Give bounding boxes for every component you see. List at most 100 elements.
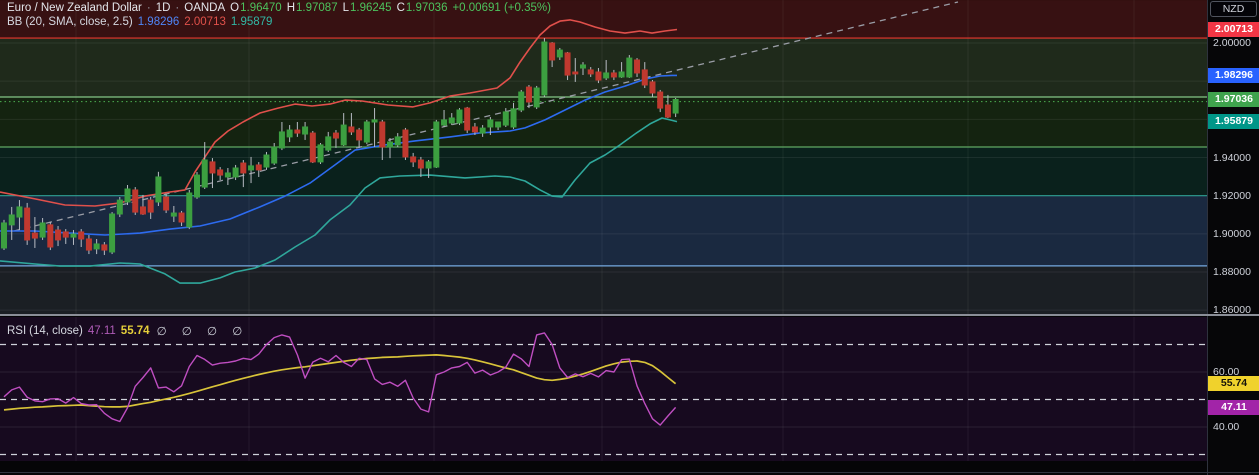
candle-up	[618, 71, 625, 78]
candle-up	[93, 243, 100, 250]
rsi-background	[0, 317, 1207, 461]
candle-down	[147, 199, 154, 213]
symbol-title[interactable]: Euro / New Zealand Dollar	[7, 2, 142, 14]
candle-down	[610, 72, 617, 78]
interval-label[interactable]: 1D	[156, 2, 171, 14]
candle-down	[332, 132, 339, 139]
candle-down	[379, 121, 386, 148]
candle-down	[410, 156, 417, 163]
last-price-badge: 1.97036	[1208, 92, 1259, 108]
low-label: L	[342, 2, 349, 14]
candle-down	[564, 52, 571, 76]
open-value: 1.96470	[240, 2, 282, 14]
close-value: 1.97036	[405, 2, 448, 14]
price-tick-label: 2.00000	[1213, 37, 1251, 49]
price-chart-pane[interactable]	[0, 0, 1207, 316]
rsi-indicator-pane[interactable]	[0, 317, 1207, 461]
pane-separator[interactable]	[0, 314, 1259, 316]
candle-down	[356, 129, 363, 141]
candle-up	[8, 214, 15, 226]
price-axis[interactable]: NZD 2.00000 1.94000 1.92000 1.90000 1.88000 1…	[1207, 0, 1259, 475]
candle-up	[387, 141, 393, 148]
candle-down	[178, 212, 185, 223]
candle-up	[340, 124, 347, 146]
candle-down	[240, 162, 247, 174]
candle-up	[201, 159, 208, 188]
candle-up	[441, 119, 448, 126]
bb-lower-badge: 1.95879	[1208, 114, 1259, 130]
price-zone	[0, 195, 1207, 266]
candle-up	[510, 108, 517, 128]
price-tick-label: 1.94000	[1213, 151, 1251, 164]
trading-chart-window: Euro / New Zealand Dollar · 1D · OANDA O…	[0, 0, 1259, 475]
candle-down	[31, 232, 38, 239]
candle-up	[232, 167, 239, 178]
high-value: 1.97087	[296, 2, 338, 14]
candle-down	[101, 244, 108, 251]
rsi-badge: 47.11	[1208, 399, 1259, 415]
candle-up	[70, 233, 77, 238]
candle-up	[124, 188, 131, 203]
candle-down	[664, 104, 671, 118]
bb-basis-value: 1.98296	[137, 16, 180, 28]
candle-down	[294, 129, 301, 134]
candle-up	[518, 91, 525, 111]
currency-toggle[interactable]: NZD	[1210, 1, 1257, 17]
candle-down	[549, 42, 556, 61]
candle-up	[433, 121, 440, 168]
candle-up	[109, 213, 116, 253]
bb-upper-value: 2.00713	[184, 16, 226, 28]
bb-upper-badge: 2.00713	[1208, 21, 1259, 37]
rsi-value: 47.11	[87, 325, 116, 337]
rsi-ma-badge: 55.74	[1208, 376, 1259, 392]
rsi-tick-label: 40.00	[1213, 421, 1240, 433]
price-tick-label: 1.88000	[1213, 266, 1251, 278]
candle-down	[55, 229, 62, 241]
open-label: O	[230, 2, 240, 14]
exchange-label[interactable]: OANDA	[184, 2, 225, 14]
candle-up	[263, 154, 270, 168]
candle-down	[471, 126, 478, 133]
candle-up	[155, 176, 162, 203]
candle-down	[587, 69, 594, 75]
candle-down	[525, 86, 532, 103]
candle-up	[302, 126, 309, 135]
candle-up	[194, 174, 200, 198]
candle-up	[556, 49, 563, 58]
rsi-name[interactable]: RSI	[7, 325, 26, 337]
candle-down	[402, 129, 409, 158]
candle-down	[649, 81, 656, 94]
candle-up	[286, 129, 293, 138]
candle-up	[541, 41, 548, 96]
candle-down	[24, 207, 31, 241]
candle-down	[309, 132, 316, 163]
candle-up	[278, 131, 285, 149]
candle-up	[116, 199, 123, 215]
candle-up	[39, 222, 46, 238]
rsi-ma-value: 55.74	[120, 325, 150, 337]
candle-down	[163, 196, 170, 211]
candle-down	[634, 59, 641, 74]
price-zone	[0, 265, 1207, 316]
candle-down	[657, 91, 664, 109]
candle-down	[572, 71, 579, 75]
symbol-header[interactable]: Euro / New Zealand Dollar · 1D · OANDA O…	[7, 2, 551, 14]
change-value: +0.00691 (+0.35%)	[452, 2, 551, 14]
candle-up	[580, 64, 586, 69]
candle-up	[317, 144, 324, 163]
candle-up	[603, 72, 610, 79]
bb-indicator-header[interactable]: BB (20, SMA, close, 2.5) 1.98296 2.00713…	[7, 16, 272, 28]
candle-up	[186, 192, 193, 228]
bb-params: (20, SMA, close, 2.5)	[25, 16, 133, 28]
candle-down	[641, 69, 648, 86]
candle-down	[85, 238, 92, 251]
separator-dot: ·	[146, 2, 151, 14]
price-tick-label: 1.92000	[1213, 189, 1251, 202]
candle-down	[62, 231, 69, 238]
bb-name[interactable]: BB	[7, 16, 22, 28]
candle-up	[448, 117, 455, 124]
candle-down	[47, 224, 54, 248]
rsi-indicator-header[interactable]: RSI (14, close) 47.11 55.74 ∅ ∅ ∅ ∅	[7, 324, 248, 338]
candle-up	[456, 109, 463, 124]
candle-up	[425, 161, 432, 169]
